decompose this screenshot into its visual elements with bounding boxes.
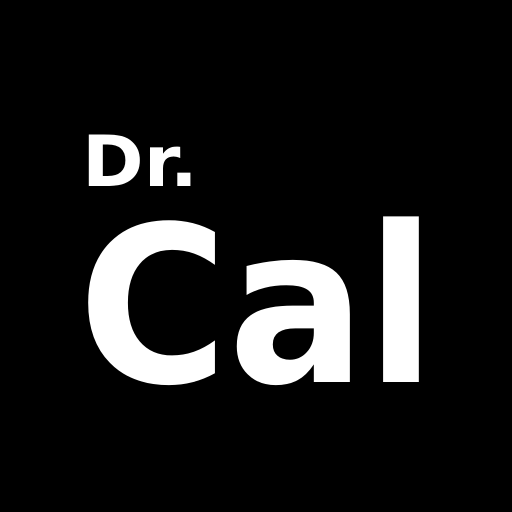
logo-name-text: Cal — [78, 181, 436, 434]
logo-wordmark: Dr. Cal — [78, 121, 436, 434]
app-icon: Dr. Cal — [0, 0, 512, 512]
